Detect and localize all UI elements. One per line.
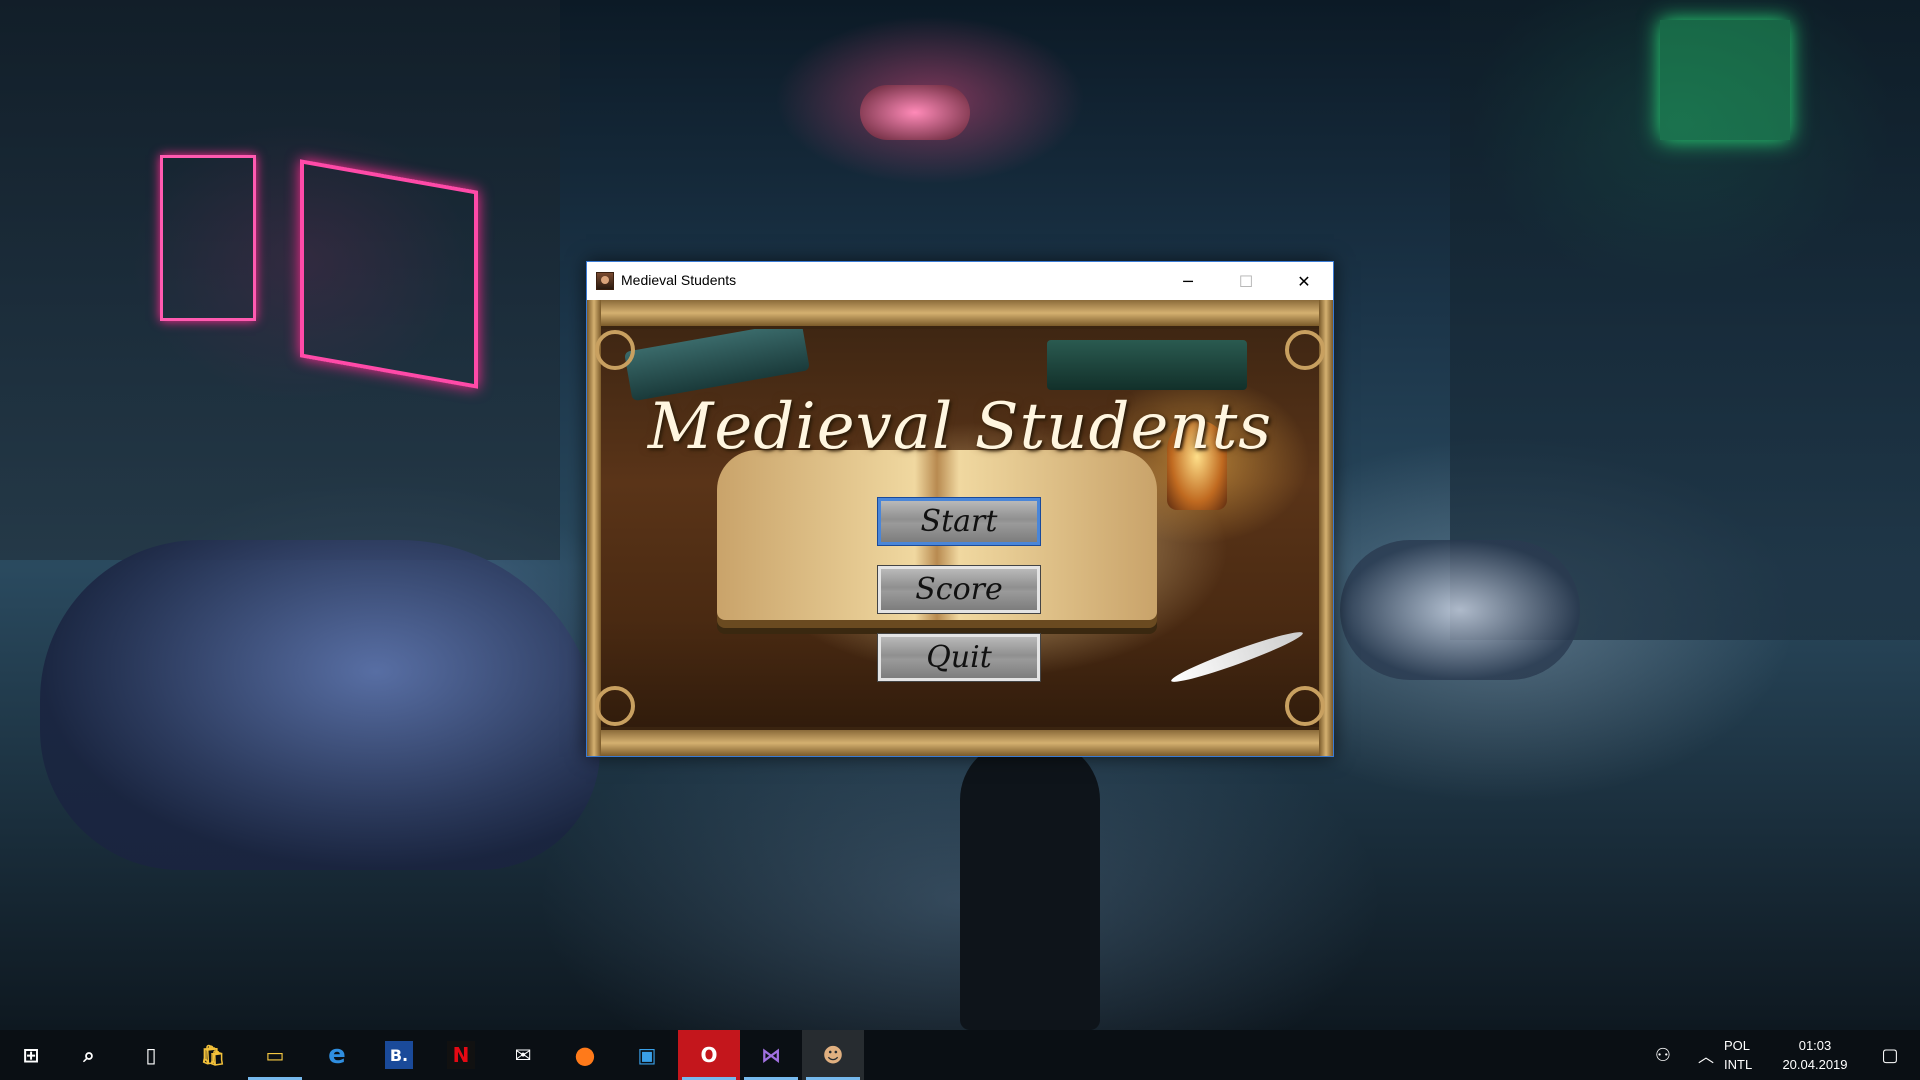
wallpaper-neon-sign-small [160, 155, 256, 321]
task-view-icon: ▯ [145, 1043, 157, 1067]
folder-icon: ▭ [265, 1043, 285, 1067]
wallpaper-car-right [1340, 540, 1580, 680]
start-button[interactable]: Start [877, 497, 1041, 546]
people-icon[interactable]: ⚇ [1643, 1030, 1683, 1080]
clock-date: 20.04.2019 [1782, 1057, 1848, 1072]
mail-icon: ✉ [514, 1043, 532, 1067]
taskbar-booking[interactable]: B. [368, 1030, 430, 1080]
search-icon: ⌕ [83, 1043, 95, 1067]
quit-button-label: Quit [926, 640, 992, 675]
language-code: POL [1724, 1038, 1751, 1053]
score-button-label: Score [915, 572, 1003, 607]
taskbar-edge[interactable]: e [306, 1030, 368, 1080]
keyboard-layout: INTL [1724, 1057, 1753, 1072]
taskbar-medieval-students[interactable]: ☻ [802, 1030, 864, 1080]
game-title: Medieval Students [647, 390, 1273, 464]
ornate-frame-bottom [587, 727, 1333, 756]
firefox-icon: ● [574, 1041, 596, 1069]
taskbar-microsoft-store[interactable]: 🛍 [182, 1030, 244, 1080]
game-icon: ☻ [822, 1043, 844, 1067]
minimize-icon: ─ [1183, 271, 1193, 291]
corner-scroll-ornament [595, 330, 635, 370]
app-window: Medieval Students ─ ☐ ✕ Medieval Student… [586, 261, 1334, 757]
wallpaper-neon-sign-green [1660, 20, 1790, 140]
edge-icon: e [328, 1040, 346, 1070]
wallpaper-neon-sign-left [300, 159, 478, 389]
game-canvas: Medieval Students Start Score Quit [587, 300, 1333, 756]
chevron-up-icon[interactable]: ︿ [1688, 1030, 1724, 1080]
wallpaper-car-left [40, 540, 600, 870]
start-button-label: Start [920, 504, 998, 539]
ornate-frame-right [1319, 300, 1333, 756]
language-indicator[interactable]: POL INTL [1724, 1036, 1770, 1074]
ornate-frame-left [587, 300, 601, 756]
wallpaper-figure [960, 740, 1100, 1030]
taskbar-firefox[interactable]: ● [554, 1030, 616, 1080]
search-button[interactable]: ⌕ [58, 1030, 120, 1080]
taskbar-app-tile[interactable]: ▣ [616, 1030, 678, 1080]
booking-icon: B. [385, 1041, 413, 1069]
opera-icon: O [700, 1043, 718, 1067]
taskbar-file-explorer[interactable]: ▭ [244, 1030, 306, 1080]
clock[interactable]: 01:03 20.04.2019 [1770, 1036, 1860, 1074]
corner-scroll-ornament [1285, 686, 1325, 726]
close-button[interactable]: ✕ [1275, 262, 1333, 300]
windows-logo-icon: ⊞ [22, 1043, 40, 1067]
wallpaper-flying-car [860, 85, 970, 140]
maximize-icon: ☐ [1238, 271, 1254, 291]
taskbar-opera[interactable]: O [678, 1030, 740, 1080]
netflix-icon: N [447, 1041, 475, 1069]
taskbar: ⊞ ⌕ ▯ 🛍 ▭ e B. N ✉ ● ▣ O ⋈ ☻ ⚇ ︿ POL INT… [0, 1030, 1920, 1080]
clock-time: 01:03 [1798, 1038, 1832, 1053]
score-button[interactable]: Score [877, 565, 1041, 614]
window-title: Medieval Students [621, 272, 737, 288]
corner-scroll-ornament [595, 686, 635, 726]
task-view-button[interactable]: ▯ [120, 1030, 182, 1080]
store-bag-icon: 🛍 [200, 1043, 226, 1067]
taskbar-visual-studio[interactable]: ⋈ [740, 1030, 802, 1080]
taskbar-mail[interactable]: ✉ [492, 1030, 554, 1080]
minimize-button[interactable]: ─ [1159, 262, 1217, 300]
app-tile-icon: ▣ [637, 1043, 657, 1067]
app-icon [596, 272, 614, 290]
quill-feather-illustration [1168, 626, 1306, 688]
window-titlebar[interactable]: Medieval Students ─ ☐ ✕ [587, 262, 1333, 300]
green-book-illustration [1047, 340, 1247, 390]
taskbar-netflix[interactable]: N [430, 1030, 492, 1080]
start-menu-button[interactable]: ⊞ [0, 1030, 62, 1080]
visual-studio-icon: ⋈ [761, 1043, 781, 1067]
desktop-wallpaper: Medieval Students ─ ☐ ✕ Medieval Student… [0, 0, 1920, 1030]
corner-scroll-ornament [1285, 330, 1325, 370]
notification-center-icon[interactable]: ▢ [1860, 1030, 1920, 1080]
ornate-frame-top [587, 300, 1333, 329]
maximize-button[interactable]: ☐ [1217, 262, 1275, 300]
close-icon: ✕ [1297, 271, 1311, 291]
quit-button[interactable]: Quit [877, 633, 1041, 682]
